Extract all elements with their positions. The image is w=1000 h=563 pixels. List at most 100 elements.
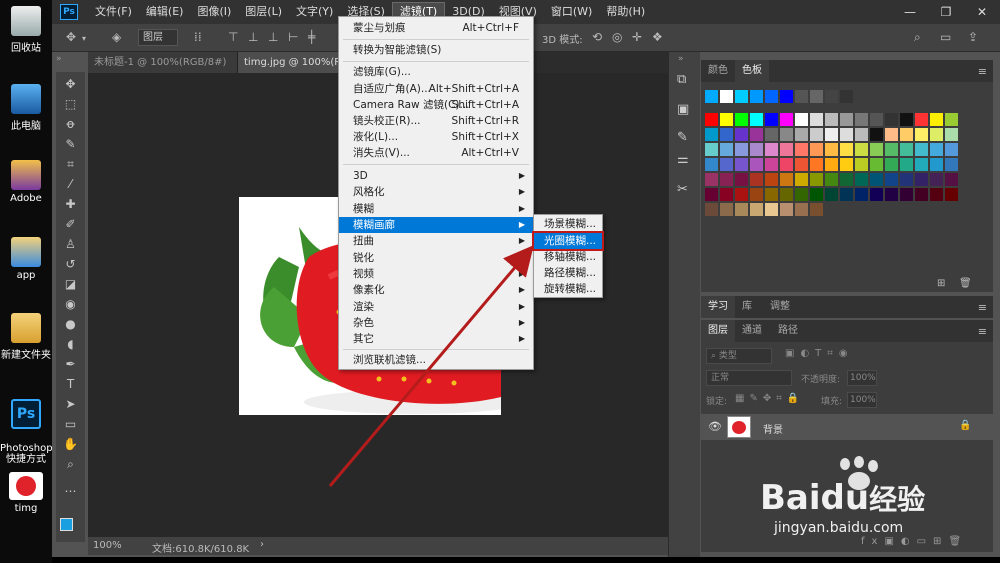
pen-tool-icon[interactable]: ✒ bbox=[62, 356, 79, 373]
menu-item-spin-blur[interactable]: 旋转模糊... bbox=[534, 281, 602, 297]
color-swatch[interactable] bbox=[765, 203, 778, 216]
color-swatch[interactable] bbox=[735, 128, 748, 141]
menu-window[interactable]: 窗口(W) bbox=[544, 0, 599, 24]
color-swatch[interactable] bbox=[825, 128, 838, 141]
transform-controls-icon[interactable]: ⁞⁞ bbox=[194, 30, 202, 44]
app-folder-icon[interactable]: app bbox=[0, 237, 52, 281]
color-swatch[interactable] bbox=[885, 113, 898, 126]
color-swatch[interactable] bbox=[855, 113, 868, 126]
color-swatch[interactable] bbox=[780, 158, 793, 171]
menu-type[interactable]: 文字(Y) bbox=[289, 0, 340, 24]
color-swatch[interactable] bbox=[735, 90, 748, 103]
color-swatch[interactable] bbox=[810, 90, 823, 103]
new-swatch-icon[interactable]: ⊞ bbox=[937, 278, 945, 289]
color-swatch[interactable] bbox=[810, 203, 823, 216]
color-swatch[interactable] bbox=[795, 90, 808, 103]
zoom-tool-icon[interactable]: ⌕ bbox=[62, 456, 79, 473]
color-swatch[interactable] bbox=[900, 128, 913, 141]
color-swatch[interactable] bbox=[780, 203, 793, 216]
color-swatch[interactable] bbox=[780, 90, 793, 103]
color-swatch[interactable] bbox=[900, 113, 913, 126]
align-center-icon[interactable]: ╪ bbox=[308, 30, 315, 44]
color-swatch[interactable] bbox=[825, 158, 838, 171]
marquee-tool-icon[interactable]: ⬚ bbox=[62, 96, 79, 113]
color-swatch[interactable] bbox=[870, 128, 883, 141]
color-swatch[interactable] bbox=[750, 158, 763, 171]
color-swatch[interactable] bbox=[885, 173, 898, 186]
color-swatch[interactable] bbox=[930, 158, 943, 171]
color-swatch[interactable] bbox=[750, 203, 763, 216]
color-swatch[interactable] bbox=[720, 113, 733, 126]
tab-learn[interactable]: 学习 bbox=[701, 296, 735, 318]
align-left-icon[interactable]: ⊢ bbox=[288, 30, 298, 44]
color-swatch[interactable] bbox=[900, 143, 913, 156]
path-select-icon[interactable]: ➤ bbox=[62, 396, 79, 413]
tab-untitled[interactable]: 未标题-1 @ 100%(RGB/8#) bbox=[88, 52, 238, 73]
menu-help[interactable]: 帮助(H) bbox=[599, 0, 652, 24]
color-swatch[interactable] bbox=[705, 158, 718, 171]
color-swatch[interactable] bbox=[930, 173, 943, 186]
menu-item-lens-correction[interactable]: 镜头校正(R)... Shift+Ctrl+R bbox=[339, 113, 533, 129]
tab-paths[interactable]: 路径 bbox=[771, 320, 805, 342]
color-swatch[interactable] bbox=[900, 188, 913, 201]
color-swatch[interactable] bbox=[825, 188, 838, 201]
3d-slide-icon[interactable]: ❖ bbox=[652, 30, 663, 44]
tab-color[interactable]: 颜色 bbox=[701, 60, 735, 82]
tab-layers[interactable]: 图层 bbox=[701, 320, 735, 342]
color-swatch[interactable] bbox=[915, 173, 928, 186]
color-swatch[interactable] bbox=[810, 143, 823, 156]
color-swatch[interactable] bbox=[870, 173, 883, 186]
brush-tool-icon[interactable]: ✐ bbox=[62, 216, 79, 233]
color-swatch[interactable] bbox=[780, 173, 793, 186]
menu-item-blur-gallery[interactable]: 模糊画廊 ▶ bbox=[339, 217, 533, 233]
menu-item-field-blur[interactable]: 场景模糊... bbox=[534, 216, 602, 232]
color-swatch[interactable] bbox=[840, 90, 853, 103]
color-swatch[interactable] bbox=[825, 173, 838, 186]
menu-item-noise[interactable]: 杂色 ▶ bbox=[339, 315, 533, 331]
eyedropper-tool-icon[interactable]: ⁄ bbox=[62, 176, 79, 193]
menu-item-blur[interactable]: 模糊 ▶ bbox=[339, 201, 533, 217]
color-swatch[interactable] bbox=[810, 128, 823, 141]
color-swatch[interactable] bbox=[735, 203, 748, 216]
color-swatch[interactable] bbox=[810, 158, 823, 171]
menu-item-dust-scratches[interactable]: 蒙尘与划痕 Alt+Ctrl+F bbox=[339, 20, 533, 36]
color-swatch[interactable] bbox=[855, 173, 868, 186]
menu-item-convert-smart-filter[interactable]: 转换为智能滤镜(S) bbox=[339, 42, 533, 58]
color-swatch[interactable] bbox=[705, 173, 718, 186]
color-swatch[interactable] bbox=[870, 113, 883, 126]
maximize-icon[interactable]: ❐ bbox=[928, 0, 964, 24]
color-swatch[interactable] bbox=[735, 188, 748, 201]
color-swatch[interactable] bbox=[795, 143, 808, 156]
tab-library[interactable]: 库 bbox=[735, 296, 759, 318]
color-swatch[interactable] bbox=[705, 188, 718, 201]
swatches-panel-icon[interactable]: ▣ bbox=[677, 102, 689, 117]
color-swatch[interactable] bbox=[930, 128, 943, 141]
color-swatch[interactable] bbox=[720, 203, 733, 216]
align-middle-icon[interactable]: ⊥ bbox=[248, 30, 258, 44]
new-folder-icon[interactable]: 新建文件夹 bbox=[0, 313, 52, 361]
color-swatch[interactable] bbox=[945, 173, 958, 186]
menu-item-vanishing-point[interactable]: 消失点(V)... Alt+Ctrl+V bbox=[339, 145, 533, 161]
workspace-icon[interactable]: ▭ bbox=[940, 30, 951, 44]
menu-item-sharpen[interactable]: 锐化 ▶ bbox=[339, 250, 533, 266]
color-swatch[interactable] bbox=[795, 173, 808, 186]
3d-rotate-icon[interactable]: ⟲ bbox=[592, 30, 602, 44]
color-swatch[interactable] bbox=[735, 113, 748, 126]
menu-layer[interactable]: 图层(L) bbox=[238, 0, 289, 24]
menu-image[interactable]: 图像(I) bbox=[190, 0, 238, 24]
menu-item-path-blur[interactable]: 路径模糊... bbox=[534, 265, 602, 281]
history-panel-icon[interactable]: ⧉ bbox=[677, 72, 686, 87]
healing-brush-icon[interactable]: ✚ bbox=[62, 196, 79, 213]
menu-file[interactable]: 文件(F) bbox=[88, 0, 139, 24]
color-swatch[interactable] bbox=[750, 90, 763, 103]
layer-row[interactable]: 👁 背景 🔒 bbox=[701, 414, 993, 440]
color-swatch[interactable] bbox=[855, 158, 868, 171]
color-swatch[interactable] bbox=[795, 188, 808, 201]
color-swatch[interactable] bbox=[705, 203, 718, 216]
menu-item-3d[interactable]: 3D ▶ bbox=[339, 168, 533, 184]
color-swatch[interactable] bbox=[840, 158, 853, 171]
eye-icon[interactable]: 👁 bbox=[708, 420, 722, 433]
menu-item-pixelate[interactable]: 像素化 ▶ bbox=[339, 282, 533, 298]
color-swatch[interactable] bbox=[780, 143, 793, 156]
color-swatch[interactable] bbox=[870, 188, 883, 201]
